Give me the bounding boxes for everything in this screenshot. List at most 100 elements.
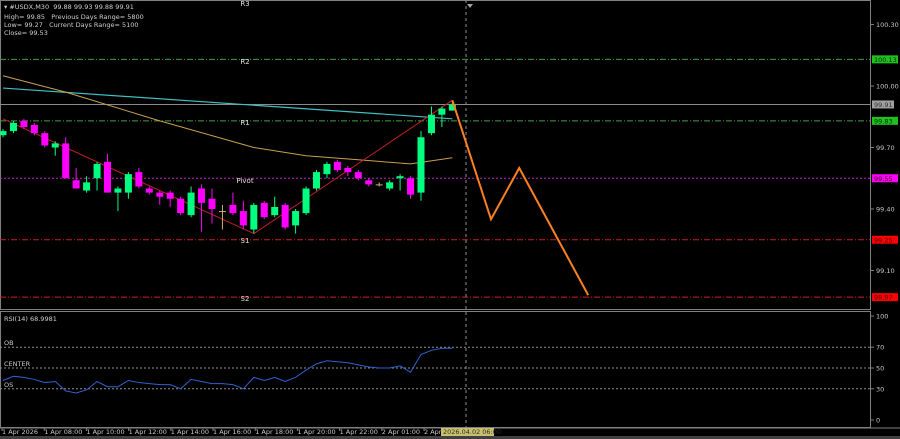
candle (260, 200, 268, 220)
rsi-label: RSI(14) 68.9981 (4, 315, 57, 323)
candle (292, 209, 300, 234)
candle (135, 168, 143, 189)
candle-body (187, 192, 195, 216)
level-label-r1: R1 (240, 119, 249, 127)
candle (166, 190, 174, 207)
level-label-r3: R3 (240, 0, 249, 8)
candle-body (292, 211, 300, 226)
zigzag-line (2, 99, 453, 235)
level-tag-text: 100.13 (874, 56, 897, 64)
candle-body (62, 143, 70, 179)
candle (30, 122, 38, 136)
candle-body (271, 206, 279, 216)
rsi-line (2, 347, 453, 394)
high-text: High= 99.85 (4, 13, 46, 21)
candle (156, 190, 164, 205)
candle (124, 172, 132, 199)
candle-body (208, 198, 216, 209)
symbol-line: ▾ #USDX,M30 99.88 99.93 99.88 99.91 (4, 3, 134, 11)
candle-body (114, 188, 122, 193)
candle-body (375, 184, 383, 186)
projection-line (451, 100, 590, 296)
x-tick-label: 1 Apr 20:00 (297, 428, 335, 436)
candle (250, 202, 258, 234)
curr-range-text: Current Days Range= 5100 (49, 21, 139, 29)
y-tick-label: 99.70 (876, 144, 895, 152)
candle (229, 192, 237, 216)
candle-body (72, 180, 80, 189)
candle (104, 153, 111, 193)
x-tick-label: 2 Apr (424, 428, 442, 436)
candle-body (323, 163, 331, 175)
candle (323, 161, 331, 179)
candle-body (51, 143, 59, 148)
candle (218, 204, 226, 230)
info-low-line: Low= 99.27 Current Days Range= 5100 (4, 21, 139, 29)
candle (51, 141, 59, 156)
candle (344, 165, 352, 177)
candle-body (365, 180, 373, 185)
candle (114, 186, 122, 212)
y-tick-label: 100.00 (876, 83, 899, 91)
prev-range-text: Previous Days Range= 5800 (51, 13, 144, 21)
candle (145, 186, 153, 195)
candle-body (333, 161, 341, 171)
y-tick-label: 99.10 (876, 267, 895, 275)
candle-body (145, 188, 153, 193)
low-text: Low= 99.27 (4, 21, 43, 29)
rsi-band-label: OB (4, 339, 14, 347)
candle (386, 180, 394, 191)
candle (302, 186, 310, 216)
symbol-text: #USDX,M30 99.88 99.93 99.88 99.91 (9, 3, 134, 11)
candle-body (9, 122, 17, 132)
y-tick-label: 100.30 (876, 21, 899, 29)
candle-body (198, 188, 206, 203)
rsi-y-tick-label: 70 (876, 344, 884, 352)
x-tick-label: 1 Apr 12:00 (129, 428, 167, 436)
candle-body (354, 172, 362, 179)
x-tick-label: 1 Apr 22:00 (340, 428, 378, 436)
candle-body (438, 108, 446, 115)
candle (313, 170, 320, 191)
candle-body (386, 182, 394, 189)
candle-body (250, 204, 258, 230)
shift-marker-icon (467, 4, 473, 8)
cursor-time-text: 2026.04.02 06:00 (443, 428, 501, 436)
candle (177, 196, 185, 216)
x-tick-label: 1 Apr 18:00 (255, 428, 293, 436)
level-label-s1: S1 (241, 237, 250, 245)
level-tag-text: 99.83 (874, 117, 893, 125)
candle-body (166, 192, 174, 199)
candle-body (229, 204, 237, 214)
price-chart[interactable]: 100.30 100.00 99.70 99.40 99.10 R3 100.13 R2 99.… (0, 0, 900, 439)
level-label-r2: R2 (240, 58, 249, 66)
candle-body (124, 174, 132, 193)
rsi-y-tick-label: 50 (876, 365, 884, 373)
candle (375, 182, 383, 187)
level-tag-text: 99.25 (874, 236, 893, 244)
candle (187, 186, 195, 218)
candle (427, 106, 435, 136)
bid-tag-text: 99.91 (874, 101, 893, 109)
candle-body (218, 211, 226, 213)
x-tick-label: 1 Apr 10:00 (86, 428, 124, 436)
candle (239, 200, 247, 230)
x-tick-label: 1 Apr 2026 (2, 428, 38, 436)
candle (438, 106, 446, 127)
close-text: Close= 99.53 (4, 29, 48, 37)
candle-body (156, 192, 164, 197)
main-panel-frame (0, 0, 871, 310)
x-tick-label: 1 Apr 16:00 (213, 428, 251, 436)
y-tick-label: 99.40 (876, 206, 895, 214)
candle-body (407, 178, 415, 195)
candle-body (93, 163, 101, 179)
candle (208, 188, 216, 224)
ma-fast-line (2, 75, 453, 165)
candle (62, 137, 70, 179)
candle (198, 184, 206, 232)
candle-body (83, 182, 91, 191)
candle-body (41, 133, 49, 146)
ma-slow-line (2, 87, 453, 120)
level-label-pivot: Pivot (236, 177, 253, 185)
candle-body (177, 198, 185, 214)
